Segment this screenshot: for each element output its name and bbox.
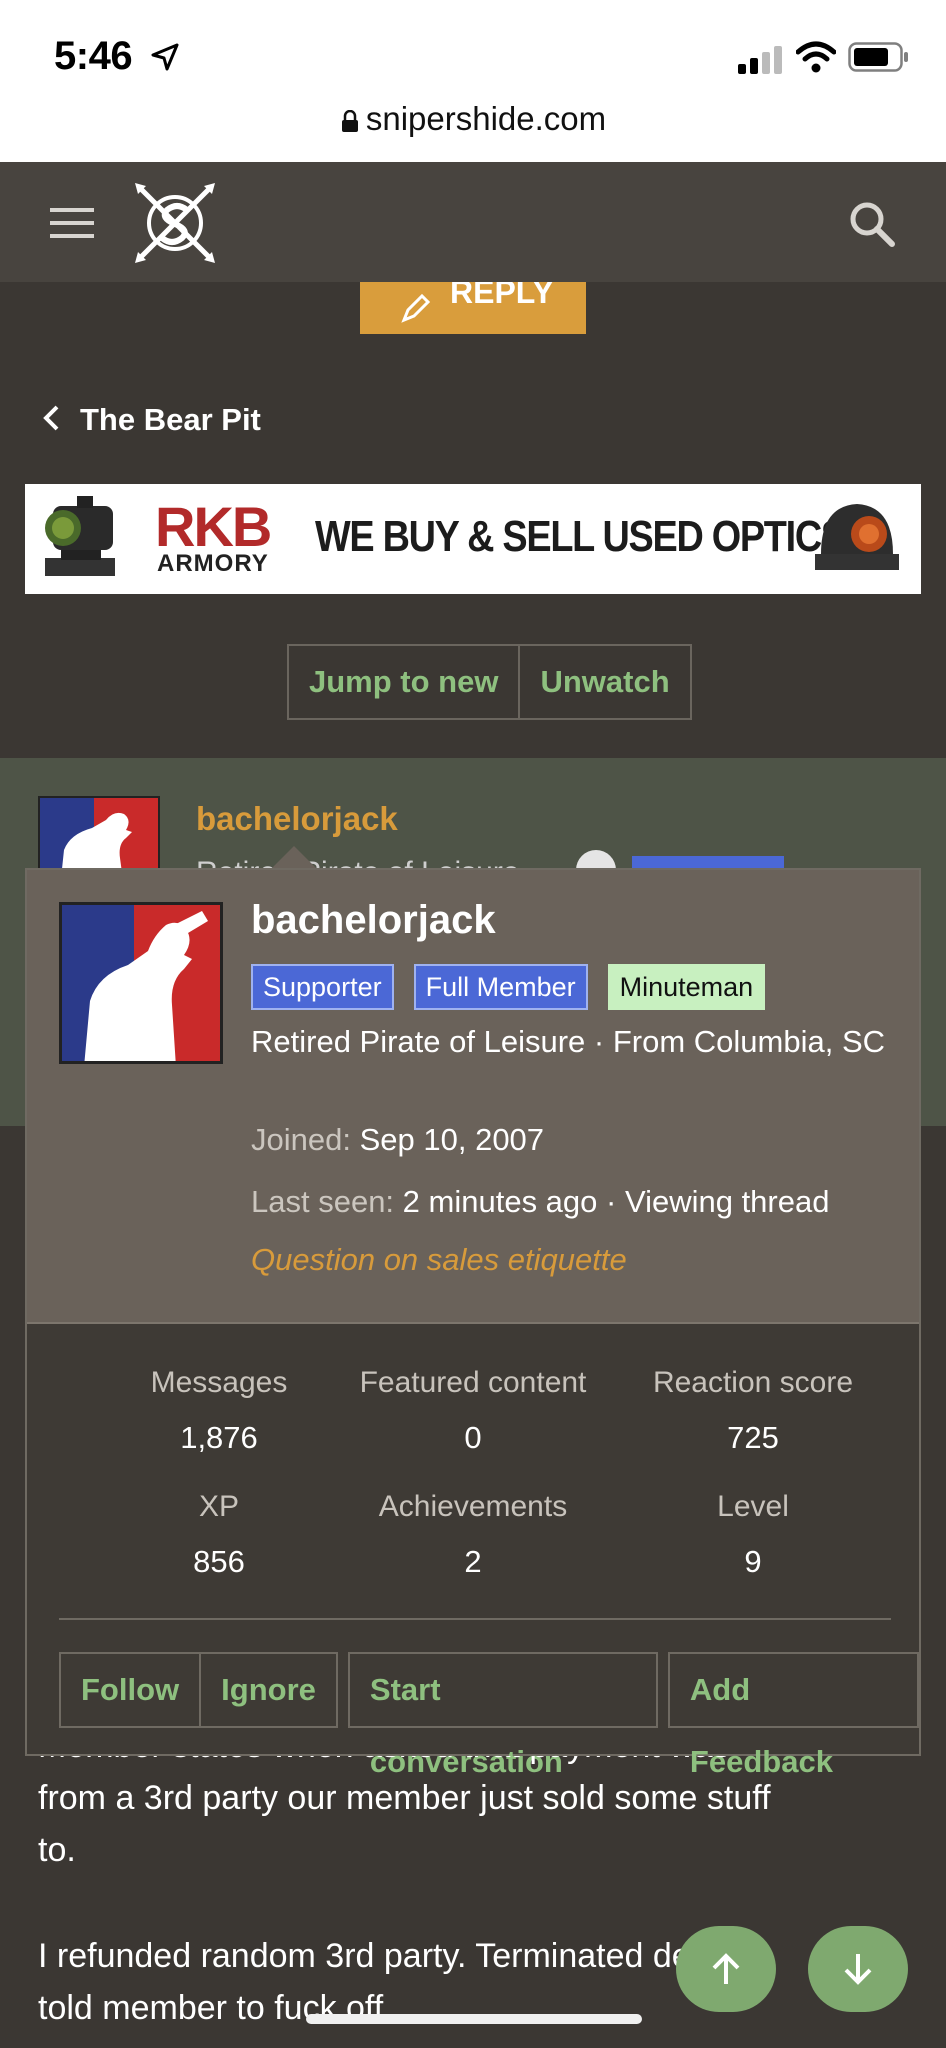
post-line: from a 3rd party our member just sold so… [38,1779,771,1817]
badge-supporter: Supporter [251,964,394,1010]
post-line-partial: Member states when asked that payment wa… [38,1756,730,1772]
scroll-bottom-button[interactable] [808,1926,908,2012]
ad-brand-armory: ARMORY [157,550,269,577]
stat-value: 9 [744,1544,762,1579]
url-text: snipershide.com [365,100,607,137]
stat-value: 0 [464,1420,482,1455]
follow-button[interactable]: Follow [61,1654,199,1726]
snipershide-logo[interactable] [132,180,218,266]
member-avatar[interactable] [59,902,223,1064]
badge-full-member: Full Member [413,964,588,1010]
battery-icon [848,42,908,72]
member-name[interactable]: bachelorjack [251,898,496,943]
member-title: Retired Pirate of Leisure · From Columbi… [251,1024,886,1059]
follow-ignore-group: Follow Ignore [59,1652,338,1728]
stat-value: 2 [464,1544,482,1579]
stat-label: Reaction score [652,1366,854,1399]
lock-icon [341,110,358,132]
post-username[interactable]: bachelorjack [196,800,398,838]
stat-level[interactable]: Level 9 [613,1490,893,1580]
reply-button[interactable]: REPLY [360,282,586,334]
breadcrumb[interactable]: The Bear Pit [42,402,261,438]
post-line: I refunded random 3rd party. Terminated … [38,1937,727,1975]
status-bar: 5:46 [0,0,946,112]
ad-brand-rkb: RKB [155,495,272,558]
stat-messages[interactable]: Messages 1,876 [79,1366,359,1456]
post-line: told member to fuck off. [38,1989,393,2027]
stat-label: Messages [150,1366,288,1399]
last-seen-value: 2 minutes ago · Viewing thread [402,1184,830,1219]
site-header [0,162,946,282]
member-actions: Follow Ignore Start conversation Add Fee… [59,1652,919,1779]
stat-label: Featured content [359,1366,587,1399]
badge-minuteman: Minuteman [607,964,766,1010]
jump-to-new-button[interactable]: Jump to new [289,646,518,718]
add-feedback-button[interactable]: Add Feedback [667,1652,919,1779]
reply-label: REPLY [450,282,554,310]
ignore-button[interactable]: Ignore [199,1654,336,1726]
micro-red-dot-image [815,504,899,570]
stat-value: 725 [727,1420,779,1455]
arrow-up-icon [712,1953,740,1984]
start-conversation-button[interactable]: Start conversation [347,1652,658,1779]
last-seen-label: Last seen: [251,1184,395,1219]
stat-label: Level [717,1490,789,1523]
popup-pointer [270,846,318,870]
location-arrow-icon [151,43,179,71]
unwatch-button[interactable]: Unwatch [518,646,689,718]
joined-label: Joined: [251,1122,351,1157]
red-dot-sight-image [45,496,115,576]
post-line: to. [38,1831,76,1869]
home-indicator[interactable] [306,2014,642,2024]
member-tooltip-header: bachelorjack Supporter Full Member Minut… [27,870,919,1324]
post-body: Member states when asked that payment wa… [0,1756,946,2048]
ad-tagline: WE BUY & SELL USED OPTICS [315,512,846,561]
scroll-top-button[interactable] [676,1926,776,2012]
hamburger-icon[interactable] [50,206,96,240]
search-icon[interactable] [848,200,896,248]
stats-divider [59,1618,891,1620]
member-tooltip: bachelorjack Supporter Full Member Minut… [25,868,921,1779]
ad-banner[interactable]: RKB ARMORY WE BUY & SELL USED OPTICS [25,484,921,594]
stat-xp[interactable]: XP 856 [79,1490,359,1580]
pencil-icon [401,293,431,323]
breadcrumb-label: The Bear Pit [80,402,261,437]
joined-value: Sep 10, 2007 [359,1122,545,1157]
status-time: 5:46 [54,34,133,78]
member-joined: Joined: Sep 10, 2007 [251,1122,544,1158]
stat-label: XP [198,1490,240,1523]
member-last-seen: Last seen: 2 minutes ago · Viewing threa… [251,1184,829,1220]
chevron-left-icon [43,405,59,431]
stat-reaction-score[interactable]: Reaction score 725 [613,1366,893,1456]
wifi-icon [796,41,836,73]
thread-actions: Jump to new Unwatch [287,644,692,720]
viewing-thread-link[interactable]: Question on sales etiquette [251,1242,627,1278]
stat-label: Achievements [378,1490,568,1523]
stat-featured-content[interactable]: Featured content 0 [333,1366,613,1456]
stat-value: 1,876 [180,1420,258,1455]
arrow-down-icon [844,1954,872,1985]
stat-value: 856 [193,1544,245,1579]
stat-achievements[interactable]: Achievements 2 [333,1490,613,1580]
member-badges: Supporter Full Member Minuteman [251,964,766,1010]
browser-url-bar[interactable]: snipershide.com [0,100,946,162]
cellular-signal-icon [738,46,782,74]
